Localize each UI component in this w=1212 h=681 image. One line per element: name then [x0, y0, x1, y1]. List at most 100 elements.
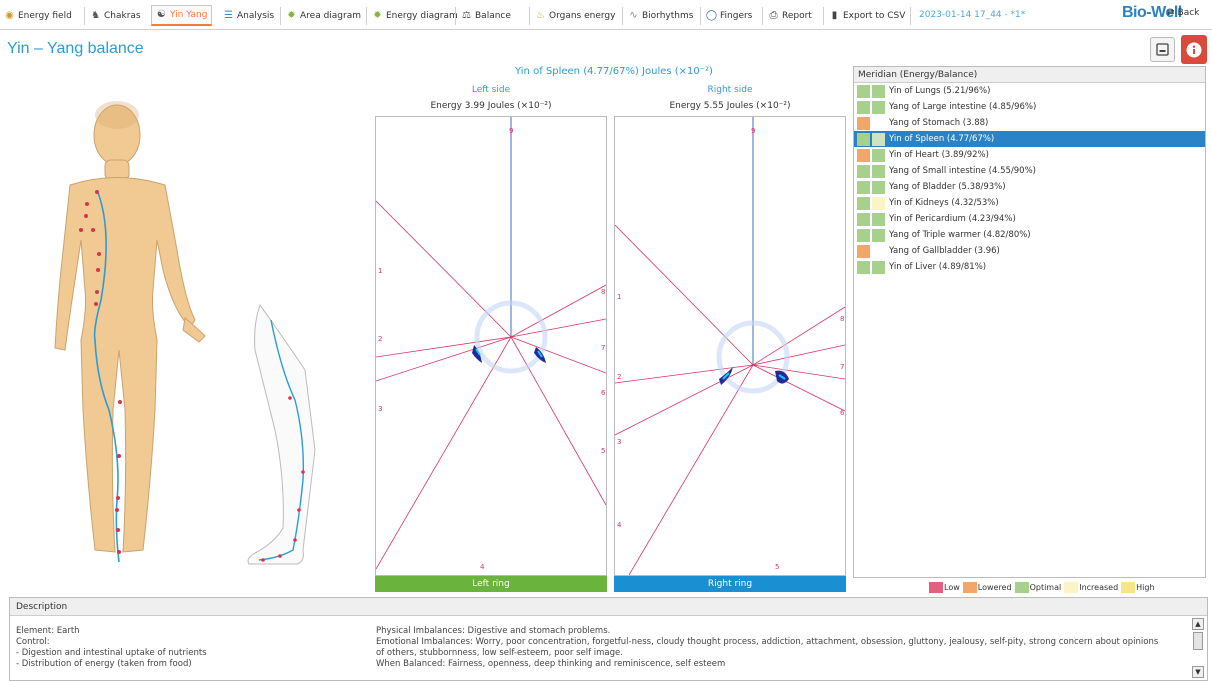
balance-swatch	[872, 84, 885, 98]
meridian-panel: Meridian (Energy/Balance) Yin of Lungs (…	[853, 66, 1206, 578]
legend: Low Lowered Optimal Increased High	[929, 582, 1158, 593]
energy-swatch	[857, 84, 870, 98]
sector-label: 5	[775, 563, 779, 571]
area-diagram-icon: ✹	[287, 10, 296, 21]
tab-label: Analysis	[237, 11, 275, 21]
description-line: Emotional Imbalances: Worry, poor concen…	[376, 637, 1159, 647]
meridian-label: Yang of Large intestine (4.85/96%)	[889, 102, 1037, 112]
front-body	[54, 104, 206, 553]
sector-label: 2	[617, 373, 621, 381]
description-line: When Balanced: Fairness, openness, deep …	[376, 659, 726, 669]
legend-swatch	[1121, 582, 1136, 593]
scroll-up-button[interactable]: ▲	[1192, 618, 1204, 630]
right-side-label: Right side	[707, 85, 753, 95]
scroll-thumb[interactable]	[1193, 632, 1203, 650]
tab-biorhythms[interactable]: ∿ Biorhythms	[628, 8, 693, 24]
image-icon	[1156, 43, 1169, 56]
meridian-row[interactable]: Yang of Gallbladder (3.96)	[854, 243, 1205, 259]
tab-yin-yang[interactable]: ☯ Yin Yang	[151, 5, 213, 26]
tab-report[interactable]: ⎙ Report	[768, 8, 812, 24]
legend-swatch	[1064, 582, 1079, 593]
sector-label: 4	[480, 563, 485, 571]
scroll-down-button[interactable]: ▼	[1192, 666, 1204, 678]
left-side-label: Left side	[471, 85, 511, 95]
meridian-row[interactable]: Yin of Liver (4.89/81%)	[854, 259, 1205, 275]
legend-swatch	[1014, 582, 1029, 593]
tab-label: Area diagram	[300, 11, 361, 21]
description-line: Physical Imbalances: Digestive and stoma…	[376, 626, 611, 636]
legend-label: High	[1136, 583, 1155, 592]
description-left: Element: Earth Control: - Digestion and …	[16, 626, 207, 670]
tab-label: Energy field	[18, 11, 72, 21]
tab-fingers[interactable]: ◯ Fingers	[706, 8, 752, 24]
sector-label: 8	[840, 315, 844, 323]
description-scrollbar[interactable]: ▲ ▼	[1192, 618, 1204, 680]
tab-export-csv[interactable]: ▮ Export to CSV	[829, 8, 906, 24]
tab-energy-diagram[interactable]: ✹ Energy diagram	[372, 8, 458, 24]
tab-label: Balance	[475, 11, 511, 21]
meridian-row[interactable]: Yin of Heart (3.89/92%)	[854, 147, 1205, 163]
legend-label: Increased	[1079, 583, 1119, 592]
meridian-row[interactable]: Yang of Stomach (3.88)	[854, 115, 1205, 131]
legend-swatch	[929, 582, 943, 593]
meridian-row[interactable]: Yin of Lungs (5.21/96%)	[854, 83, 1205, 99]
energy-diagram-icon: ✹	[373, 10, 382, 21]
back-button[interactable]: ⇄ Back	[1167, 8, 1199, 18]
sector-label: 4	[617, 521, 622, 529]
balance-swatch	[872, 164, 885, 178]
description-line: Element: Earth	[16, 626, 80, 636]
left-ring-button[interactable]: Left ring	[375, 576, 607, 592]
session-label: 2023-01-14 17_44 - *1*	[919, 10, 1026, 20]
tab-label: Yin Yang	[170, 10, 208, 20]
energy-swatch	[857, 132, 870, 146]
description-line: - Distribution of energy (taken from foo…	[16, 659, 192, 669]
info-button[interactable]	[1181, 35, 1207, 64]
energy-swatch	[857, 260, 870, 274]
meridian-row[interactable]: Yin of Spleen (4.77/67%)	[854, 131, 1205, 147]
meridian-row[interactable]: Yang of Large intestine (4.85/96%)	[854, 99, 1205, 115]
meridian-row[interactable]: Yin of Pericardium (4.23/94%)	[854, 211, 1205, 227]
tab-energy-field[interactable]: ◉ Energy field	[4, 8, 72, 24]
energy-field-icon: ◉	[5, 10, 14, 21]
meridian-label: Yang of Small intestine (4.55/90%)	[889, 166, 1036, 176]
sector-label: 7	[840, 363, 844, 371]
meridian-header: Meridian (Energy/Balance)	[854, 67, 1205, 83]
right-sector-chart: 1 2 3 4 5 6 7 8 9	[614, 116, 846, 576]
meridian-row[interactable]: Yang of Small intestine (4.55/90%)	[854, 163, 1205, 179]
description-line: Control:	[16, 637, 50, 647]
right-ring-button[interactable]: Right ring	[614, 576, 846, 592]
energy-swatch	[857, 228, 870, 242]
tab-label: Organs energy	[549, 11, 616, 21]
meridian-label: Yin of Kidneys (4.32/53%)	[889, 198, 999, 208]
meridian-row[interactable]: Yin of Kidneys (4.32/53%)	[854, 195, 1205, 211]
energy-swatch	[857, 180, 870, 194]
description-right: Physical Imbalances: Digestive and stoma…	[376, 626, 1186, 670]
balance-swatch	[872, 196, 885, 210]
sector-label: 5	[601, 447, 605, 455]
sector-label: 3	[617, 438, 621, 446]
description-line: - Digestion and intestinal uptake of nut…	[16, 648, 207, 658]
sector-label: 7	[601, 344, 605, 352]
tab-analysis[interactable]: ☰ Analysis	[223, 8, 274, 24]
save-image-button[interactable]	[1150, 37, 1175, 62]
tab-organs-energy[interactable]: ♨ Organs energy	[535, 8, 615, 24]
export-icon: ▮	[831, 10, 838, 21]
meridian-label: Yang of Bladder (5.38/93%)	[889, 182, 1006, 192]
balance-swatch	[872, 228, 885, 242]
meridian-row[interactable]: Yang of Bladder (5.38/93%)	[854, 179, 1205, 195]
tab-chakras[interactable]: ♞ Chakras	[90, 8, 141, 24]
meridian-row[interactable]: Yang of Triple warmer (4.82/80%)	[854, 227, 1205, 243]
back-icon: ⇄	[1167, 8, 1175, 18]
chakras-icon: ♞	[91, 10, 100, 21]
tab-area-diagram[interactable]: ✹ Area diagram	[286, 8, 361, 24]
energy-swatch	[857, 244, 870, 258]
organs-energy-icon: ♨	[536, 10, 545, 21]
energy-swatch	[857, 116, 870, 130]
info-icon	[1186, 42, 1202, 57]
right-energy-label: Energy 5.55 Joules (×10⁻²)	[669, 101, 791, 111]
meridian-label: Yang of Gallbladder (3.96)	[889, 246, 1000, 256]
tab-balance[interactable]: ⚖ Balance	[461, 8, 511, 24]
chevron-down-icon: ▼	[1195, 668, 1201, 676]
meridian-label: Yang of Stomach (3.88)	[889, 118, 989, 128]
balance-swatch	[872, 117, 885, 130]
